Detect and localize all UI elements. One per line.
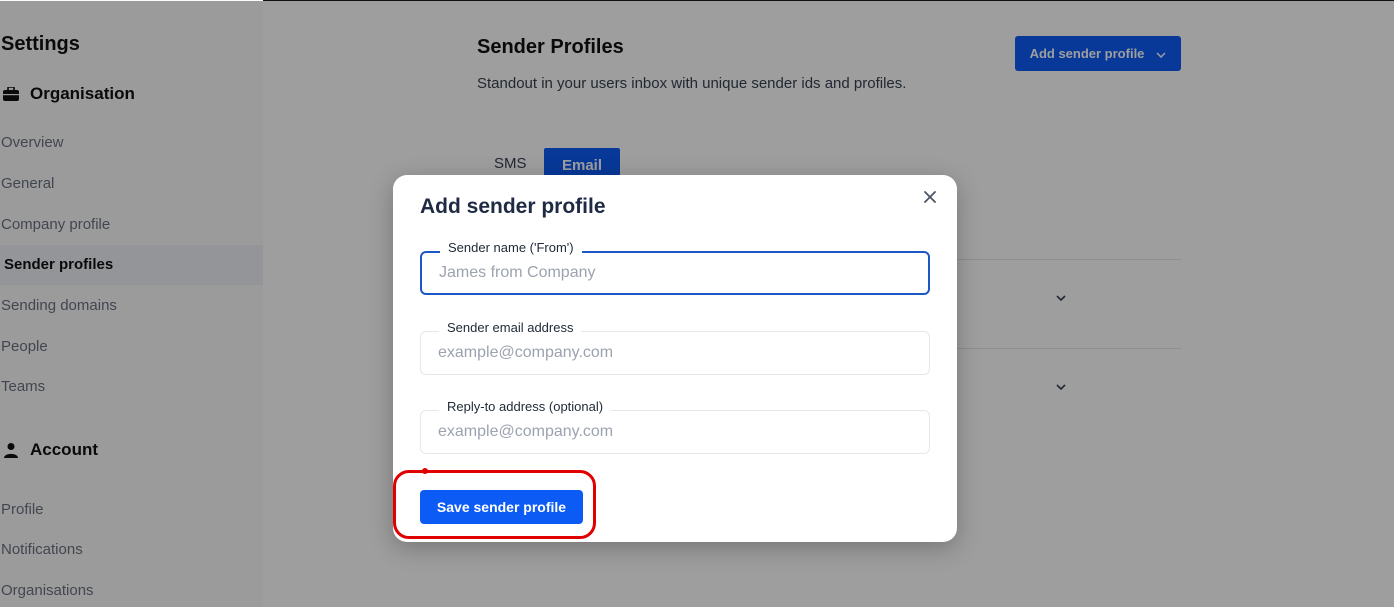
reply-to-field: Reply-to address (optional) [420,399,930,454]
sender-email-field: Sender email address [420,320,930,375]
modal-title: Add sender profile [420,195,606,218]
sender-email-input[interactable] [438,332,908,374]
close-icon[interactable] [920,187,940,207]
save-sender-profile-button[interactable]: Save sender profile [420,490,583,524]
sender-name-input[interactable] [439,253,909,293]
reply-to-input[interactable] [438,411,908,453]
annotation-dot [422,468,428,474]
sender-name-field: Sender name ('From') [420,240,930,295]
add-sender-profile-modal: Add sender profile Sender name ('From') … [393,175,957,542]
